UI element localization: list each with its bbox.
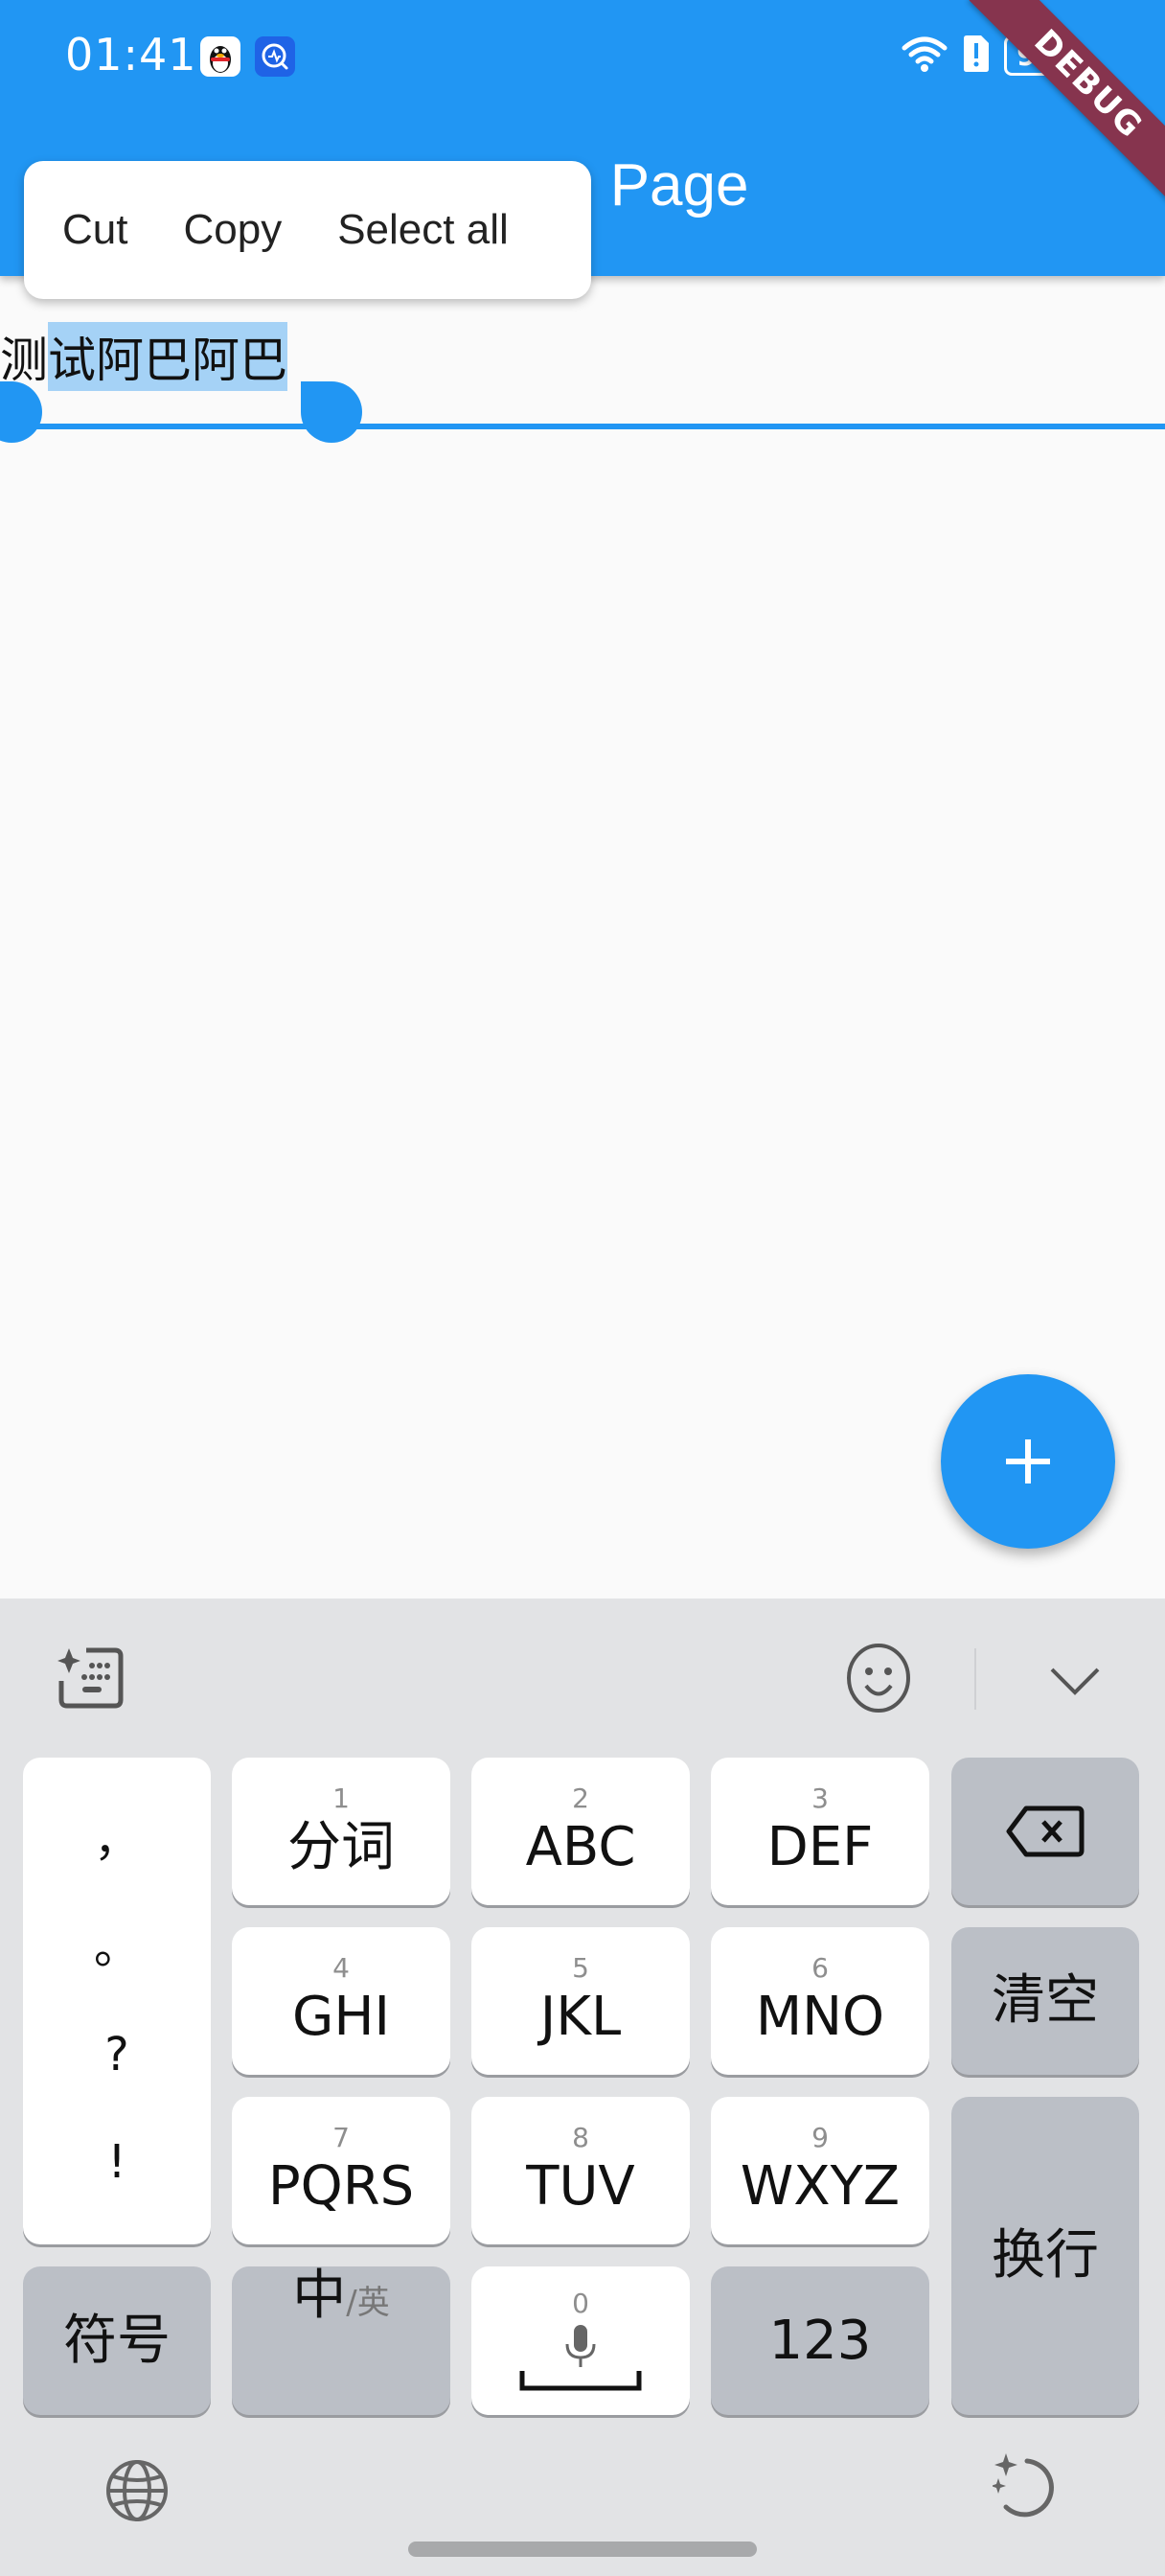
punct-period[interactable]: 。 [94, 1924, 140, 1970]
backspace-key[interactable] [951, 1758, 1139, 1905]
key-7[interactable]: 7 PQRS [232, 2097, 450, 2244]
key-8[interactable]: 8 TUV [471, 2097, 690, 2244]
microphone-icon [565, 2324, 596, 2367]
key-3[interactable]: 3 DEF [711, 1758, 929, 1905]
monitor-search-icon [255, 36, 295, 77]
qq-icon [200, 36, 240, 77]
key-1[interactable]: 1 分词 [232, 1758, 450, 1905]
add-button[interactable] [941, 1374, 1115, 1549]
space-bar-icon [519, 2370, 642, 2390]
text-input-value[interactable]: 测 试阿巴阿巴 [0, 322, 287, 391]
language-toggle-key[interactable]: 中 /英 [232, 2266, 450, 2415]
key-6[interactable]: 6 MNO [711, 1927, 929, 2075]
globe-icon[interactable] [103, 2457, 171, 2528]
selection-handle-end[interactable] [301, 381, 362, 443]
punct-comma[interactable]: ， [94, 1817, 140, 1863]
punct-exclaim[interactable]: ! [107, 2139, 126, 2185]
clear-key[interactable]: 清空 [951, 1927, 1139, 2075]
selected-text: 试阿巴阿巴 [48, 322, 287, 391]
keyboard-toolbar [0, 1598, 1165, 1752]
key-9[interactable]: 9 WXYZ [711, 2097, 929, 2244]
ime-keyboard: ， 。 ? ! 1 分词 2 ABC 3 DEF 4 GHI 5 JKL 6 M… [0, 1598, 1165, 2576]
status-time: 01:41 [65, 29, 197, 80]
enter-key[interactable]: 换行 [951, 2097, 1139, 2415]
space-key[interactable]: 0 [471, 2266, 690, 2415]
backspace-icon [1006, 1806, 1085, 1857]
ai-keyboard-icon[interactable] [54, 1644, 130, 1715]
chevron-down-icon[interactable] [1048, 1666, 1102, 1702]
punctuation-column[interactable]: ， 。 ? ! [23, 1758, 211, 2244]
sparkle-refresh-icon[interactable] [991, 2451, 1060, 2528]
toolbar-divider [974, 1648, 976, 1710]
key-4[interactable]: 4 GHI [232, 1927, 450, 2075]
cut-button[interactable]: Cut [62, 206, 127, 254]
symbols-key[interactable]: 符号 [23, 2266, 211, 2415]
text-input[interactable]: 测 试阿巴阿巴 [0, 316, 1165, 443]
copy-button[interactable]: Copy [183, 206, 282, 254]
key-5[interactable]: 5 JKL [471, 1927, 690, 2075]
numbers-key[interactable]: 123 [711, 2266, 929, 2415]
key-2[interactable]: 2 ABC [471, 1758, 690, 1905]
select-all-button[interactable]: Select all [337, 206, 509, 254]
home-indicator[interactable] [408, 2542, 757, 2557]
wifi-icon [901, 34, 948, 77]
punct-question[interactable]: ? [104, 2032, 128, 2078]
add-icon [1006, 1439, 1050, 1484]
input-underline [0, 424, 1165, 429]
text-selection-toolbar: Cut Copy Select all [24, 161, 591, 299]
emoji-icon[interactable] [843, 1643, 914, 1717]
sim-alert-icon [962, 34, 991, 77]
